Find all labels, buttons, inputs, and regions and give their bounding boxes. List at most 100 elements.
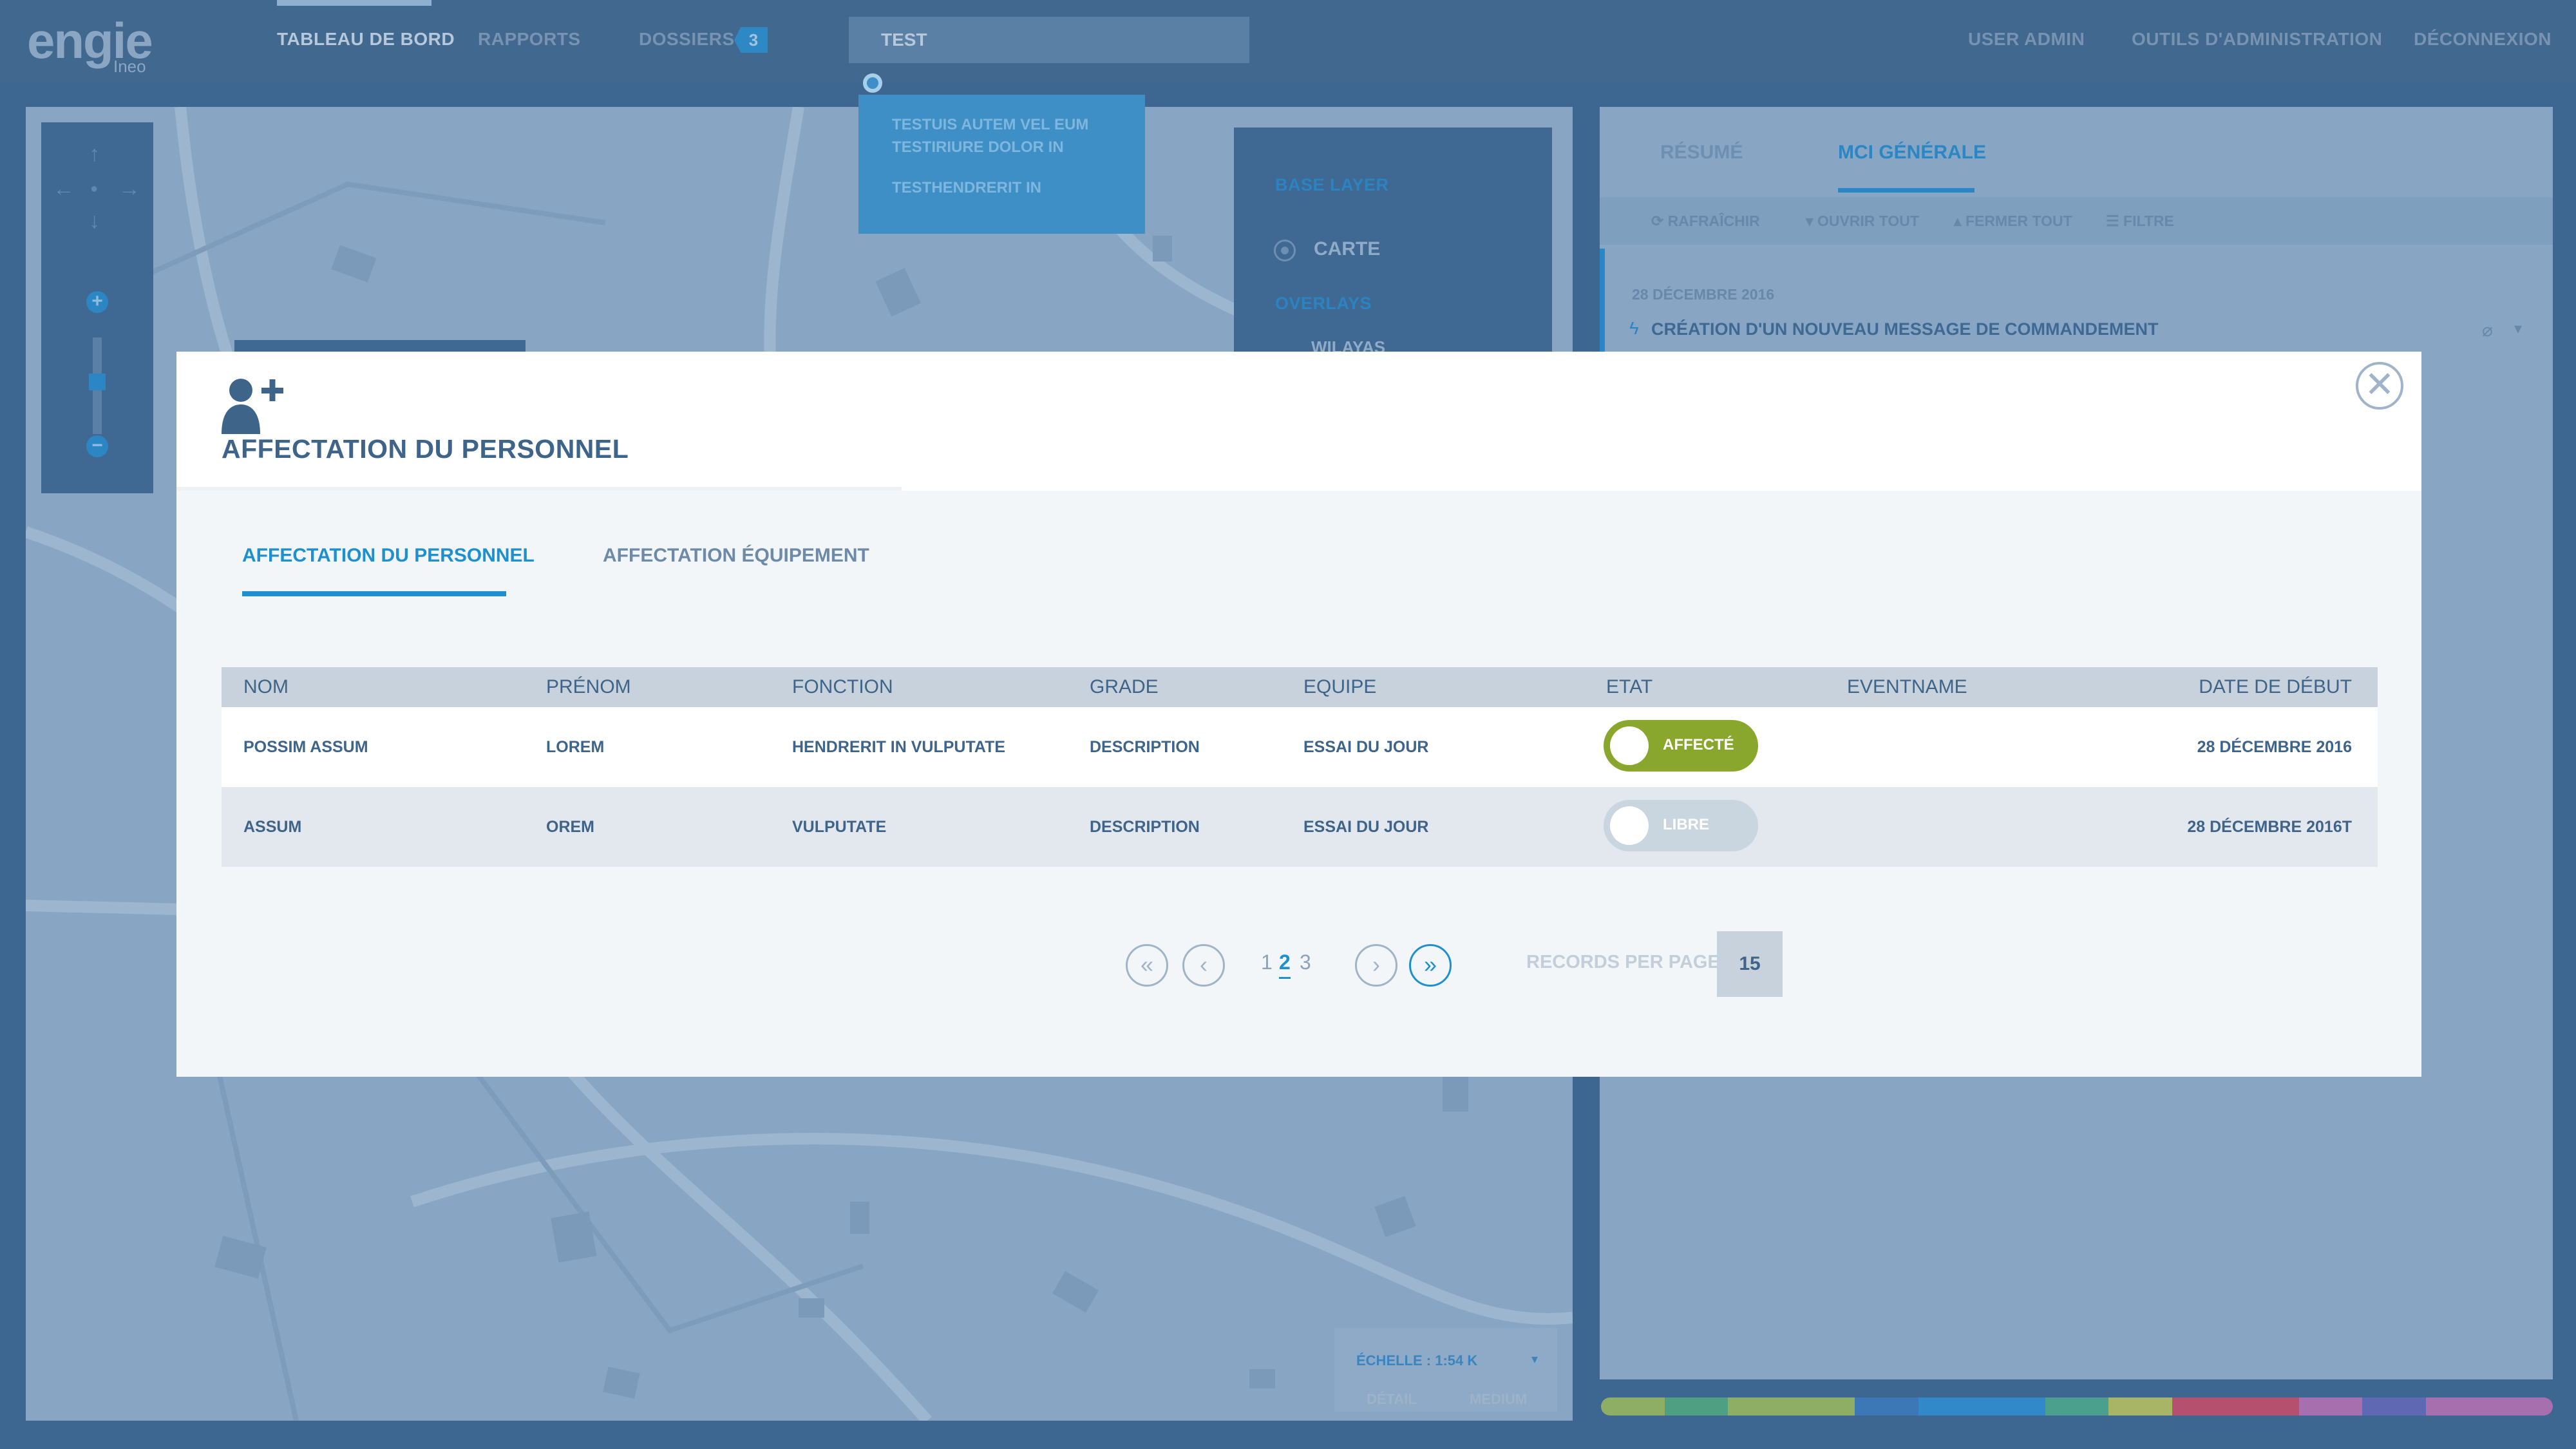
header-divider [176, 487, 902, 491]
first-page-button[interactable]: « [1126, 944, 1168, 987]
nav-deconnexion[interactable]: DÉCONNEXION [2414, 29, 2552, 50]
search-results-dropdown: TESTUIS AUTEM VEL EUM TESTIRIURE DOLOR I… [858, 95, 1145, 234]
table-row[interactable]: ASSUM OREM VULPUTATE DESCRIPTION ESSAI D… [222, 787, 2378, 867]
column-header-prenom[interactable]: PRÉNOM [546, 676, 631, 698]
column-header-nom[interactable]: NOM [243, 676, 289, 698]
etat-toggle[interactable]: AFFECTÉ [1604, 720, 1758, 772]
etat-toggle[interactable]: LIBRE [1604, 800, 1758, 851]
tab-mci-generale[interactable]: MCI GÉNÉRALE [1838, 142, 1986, 164]
overlays-title: OVERLAYS [1275, 294, 1372, 313]
pan-down-icon[interactable]: ↓ [89, 209, 100, 234]
close-icon[interactable]: ✕ [2356, 362, 2403, 410]
map-navigation-control: ↑ ← ● → ↓ + − [41, 122, 153, 493]
assignment-modal: AFFECTATION DU PERSONNEL ✕ AFFECTATION D… [176, 352, 2421, 1077]
search-result-item[interactable]: TESTHENDRERIT IN [892, 176, 1145, 216]
prev-page-button[interactable]: ‹ [1182, 944, 1225, 987]
carte-radio[interactable] [1274, 240, 1296, 261]
next-page-button[interactable]: › [1355, 944, 1397, 987]
table-row[interactable]: POSSIM ASSUM LOREM HENDRERIT IN VULPUTAT… [222, 707, 2378, 787]
personnel-table: NOM PRÉNOM FONCTION GRADE EQUIPE ETAT EV… [222, 667, 2378, 867]
search-pin-icon [863, 73, 882, 93]
column-header-fonction[interactable]: FONCTION [792, 676, 893, 698]
cell-grade: DESCRIPTION [1090, 818, 1200, 836]
filter-label: FILTRE [2123, 213, 2174, 229]
table-header: NOM PRÉNOM FONCTION GRADE EQUIPE ETAT EV… [222, 667, 2378, 707]
item-chevron-down-icon[interactable]: ▾ [2514, 319, 2522, 338]
zoom-slider-handle[interactable] [89, 374, 106, 390]
tab-resume[interactable]: RÉSUMÉ [1660, 142, 1743, 164]
column-header-date-debut[interactable]: DATE DE DÉBUT [2199, 676, 2352, 698]
engie-logo[interactable]: engie Ineo [27, 12, 156, 76]
timeline-item-date: 28 DÉCEMBRE 2016 [1632, 286, 1775, 303]
timeline-item-message[interactable]: CRÉATION D'UN NOUVEAU MESSAGE DE COMMAND… [1651, 319, 2158, 339]
nav-dossiers[interactable]: DOSSIERS [639, 29, 735, 50]
close-all-label: FERMER TOUT [1965, 213, 2072, 229]
nav-outils-administration[interactable]: OUTILS D'ADMINISTRATION [2132, 29, 2382, 50]
column-header-equipe[interactable]: EQUIPE [1303, 676, 1376, 698]
modal-title: AFFECTATION DU PERSONNEL [222, 434, 629, 464]
logo-subtitle: Ineo [113, 57, 146, 76]
records-per-page-select[interactable]: 15 [1717, 931, 1783, 997]
search-result-item[interactable]: TESTIRIURE DOLOR IN [892, 135, 1145, 176]
scale-medium-option[interactable]: MEDIUM [1470, 1391, 1527, 1408]
column-header-grade[interactable]: GRADE [1090, 676, 1159, 698]
cell-date: 28 DÉCEMBRE 2016T [2187, 818, 2352, 836]
top-navbar: engie Ineo TABLEAU DE BORD RAPPORTS DOSS… [0, 0, 2576, 82]
nav-rapports[interactable]: RAPPORTS [478, 29, 581, 50]
etat-label: LIBRE [1663, 816, 1709, 833]
cell-date: 28 DÉCEMBRE 2016 [2197, 738, 2352, 756]
pan-right-icon[interactable]: → [118, 176, 140, 202]
pan-center-icon[interactable]: ● [90, 182, 98, 196]
cell-prenom: LOREM [546, 738, 605, 756]
last-page-button[interactable]: » [1409, 944, 1452, 987]
attachment-icon[interactable]: ⌀ [2482, 319, 2493, 341]
column-header-eventname[interactable]: EVENTNAME [1847, 676, 1967, 698]
search-input[interactable] [849, 17, 1249, 63]
cell-grade: DESCRIPTION [1090, 738, 1200, 756]
pan-up-icon[interactable]: ↑ [89, 142, 100, 167]
bolt-icon: ϟ [1629, 318, 1639, 338]
base-layer-title: BASE LAYER [1275, 175, 1389, 194]
column-header-etat[interactable]: ETAT [1606, 676, 1653, 698]
timeline-item-marker [1600, 249, 1605, 352]
filter-button[interactable]: ☰ FILTRE [2106, 213, 2174, 230]
scale-chevron-down-icon[interactable]: ▾ [1531, 1351, 1538, 1367]
tab-affectation-personnel[interactable]: AFFECTATION DU PERSONNEL [242, 545, 535, 567]
page-2-link[interactable]: 2 [1279, 951, 1291, 979]
refresh-button[interactable]: ⟳ RAFRAÎCHIR [1651, 213, 1760, 230]
zoom-out-icon[interactable]: − [86, 435, 108, 457]
close-all-button[interactable]: ▴ FERMER TOUT [1954, 213, 2072, 230]
add-user-icon [222, 379, 283, 434]
refresh-label: RAFRAÎCHIR [1667, 213, 1760, 229]
modal-header: AFFECTATION DU PERSONNEL ✕ [176, 352, 2421, 491]
toggle-knob [1610, 726, 1649, 765]
etat-label: AFFECTÉ [1663, 736, 1734, 753]
dossiers-count-badge: 3 [734, 27, 768, 53]
scale-detail-option[interactable]: DÉTAIL [1367, 1391, 1417, 1408]
tab-affectation-equipement[interactable]: AFFECTATION ÉQUIPEMENT [603, 545, 869, 567]
cell-equipe: ESSAI DU JOUR [1303, 818, 1429, 836]
scale-control[interactable]: ÉCHELLE : 1:54 K ▾ DÉTAIL MEDIUM [1334, 1328, 1557, 1412]
open-all-button[interactable]: ▾ OUVRIR TOUT [1806, 213, 1919, 230]
legend-color-strip [1601, 1397, 2553, 1416]
layer-switcher: BASE LAYER CARTE OVERLAYS WILAYAS [1234, 128, 1552, 368]
tab-active-indicator [242, 591, 506, 596]
refresh-icon: ⟳ [1651, 213, 1668, 229]
page-3-link[interactable]: 3 [1300, 951, 1311, 974]
cell-nom: POSSIM ASSUM [243, 738, 368, 756]
right-panel-toolbar: ⟳ RAFRAÎCHIR ▾ OUVRIR TOUT ▴ FERMER TOUT… [1600, 197, 2553, 245]
nav-tableau-de-bord[interactable]: TABLEAU DE BORD [277, 29, 455, 50]
cell-nom: ASSUM [243, 818, 302, 836]
cell-fonction: HENDRERIT IN VULPUTATE [792, 738, 1006, 756]
page-1-link[interactable]: 1 [1261, 951, 1273, 974]
pan-left-icon[interactable]: ← [53, 176, 75, 202]
chevron-down-icon: ▾ [1806, 213, 1817, 229]
zoom-in-icon[interactable]: + [86, 291, 108, 313]
open-all-label: OUVRIR TOUT [1817, 213, 1919, 229]
nav-user-admin[interactable]: USER ADMIN [1968, 29, 2085, 50]
nav-active-indicator [277, 0, 431, 6]
pagination: « ‹ 1 2 3 › » RECORDS PER PAGE 15 [176, 931, 2421, 1002]
chevron-up-icon: ▴ [1954, 213, 1965, 229]
scale-label: ÉCHELLE : 1:54 K [1356, 1352, 1478, 1368]
search-result-item[interactable]: TESTUIS AUTEM VEL EUM [892, 95, 1145, 135]
